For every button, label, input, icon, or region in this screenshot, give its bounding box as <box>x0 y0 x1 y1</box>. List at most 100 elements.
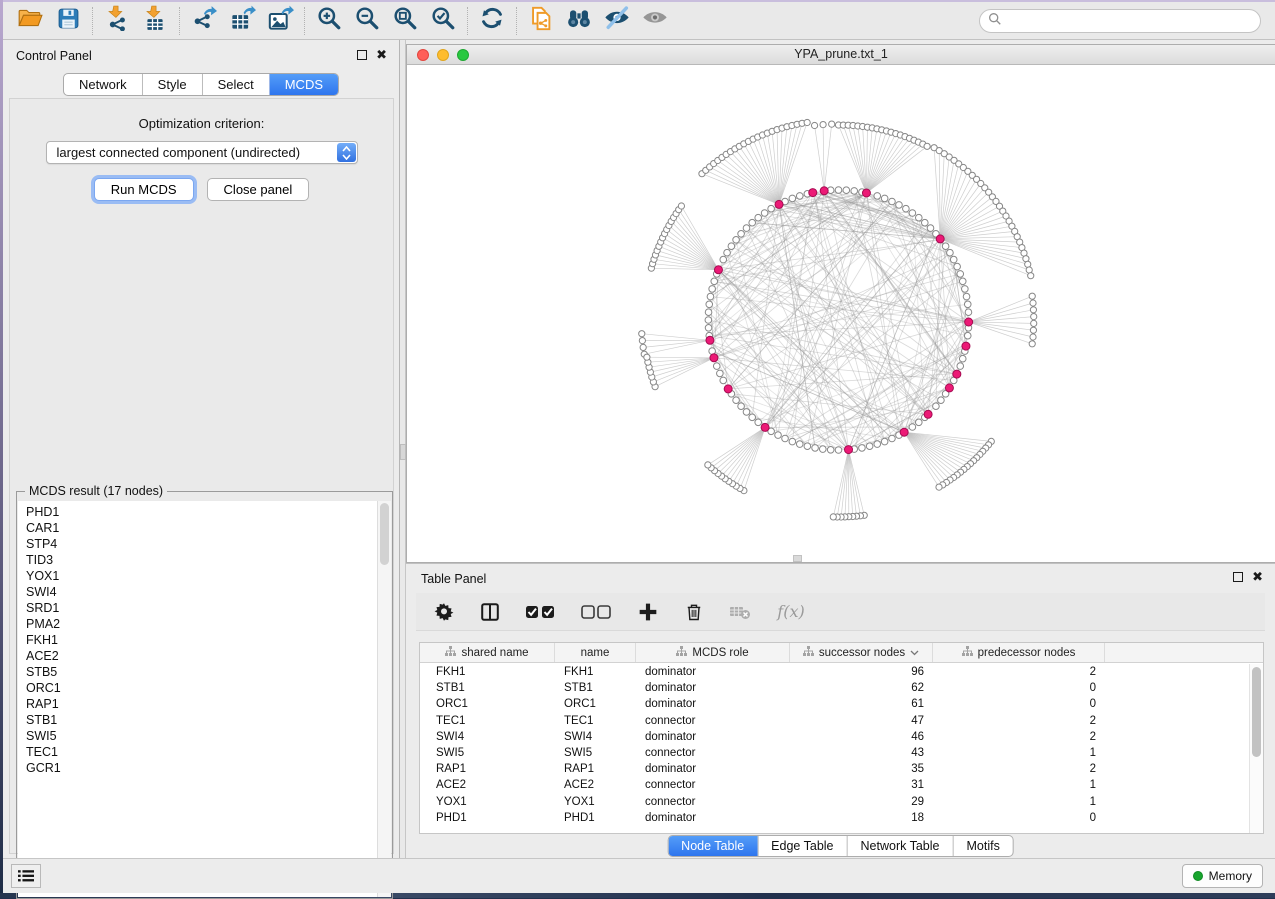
mcds-result-item[interactable]: SRD1 <box>26 600 391 616</box>
scrollbar-thumb[interactable] <box>380 503 389 565</box>
table-cell[interactable]: SWI5 <box>420 747 555 759</box>
float-panel-icon[interactable] <box>1233 572 1243 582</box>
tab-mcds[interactable]: MCDS <box>269 74 338 95</box>
table-cell[interactable]: ORC1 <box>555 698 636 710</box>
table-row[interactable]: ORC1ORC1dominator610 <box>420 696 1263 712</box>
export-image-button[interactable] <box>261 5 299 37</box>
mcds-result-item[interactable]: YOX1 <box>26 568 391 584</box>
table-row[interactable]: RAP1RAP1dominator352 <box>420 761 1263 777</box>
mcds-result-item[interactable]: STP4 <box>26 536 391 552</box>
table-row[interactable]: SWI5SWI5connector431 <box>420 745 1263 761</box>
column-header-shared-name[interactable]: shared name <box>420 643 555 662</box>
refresh-view-button[interactable] <box>473 5 511 37</box>
table-cell[interactable]: 0 <box>933 682 1105 694</box>
table-row[interactable]: YOX1YOX1connector291 <box>420 794 1263 810</box>
zoom-in-button[interactable] <box>310 5 348 37</box>
mcds-result-item[interactable]: PHD1 <box>26 504 391 520</box>
table-cell[interactable]: 35 <box>790 763 933 775</box>
table-cell[interactable]: dominator <box>636 666 790 678</box>
table-cell[interactable]: 0 <box>933 812 1105 824</box>
tab-select[interactable]: Select <box>202 74 269 95</box>
table-cell[interactable]: ACE2 <box>555 779 636 791</box>
table-cell[interactable]: dominator <box>636 698 790 710</box>
table-cell[interactable]: 0 <box>933 698 1105 710</box>
table-cell[interactable]: 1 <box>933 796 1105 808</box>
function-builder-button[interactable]: f(x) <box>774 600 808 624</box>
search-network-button[interactable] <box>560 5 598 37</box>
show-all-button[interactable] <box>636 5 674 37</box>
tab-node-table[interactable]: Node Table <box>668 836 757 856</box>
table-cell[interactable]: PHD1 <box>555 812 636 824</box>
table-cell[interactable]: 29 <box>790 796 933 808</box>
table-cell[interactable]: 46 <box>790 731 933 743</box>
open-file-button[interactable] <box>11 5 49 37</box>
table-cell[interactable]: FKH1 <box>555 666 636 678</box>
memory-button[interactable]: Memory <box>1182 864 1263 888</box>
float-panel-icon[interactable] <box>357 50 367 60</box>
scrollbar-thumb[interactable] <box>1252 667 1261 757</box>
mcds-result-item[interactable]: SWI4 <box>26 584 391 600</box>
select-all-rows-button[interactable] <box>524 600 558 624</box>
tab-style[interactable]: Style <box>142 74 202 95</box>
table-cell[interactable]: connector <box>636 715 790 727</box>
column-header-MCDS-role[interactable]: MCDS role <box>636 643 790 662</box>
table-cell[interactable]: dominator <box>636 731 790 743</box>
table-row[interactable]: PHD1PHD1dominator180 <box>420 810 1263 826</box>
table-cell[interactable]: RAP1 <box>420 763 555 775</box>
mcds-result-item[interactable]: SWI5 <box>26 728 391 744</box>
table-cell[interactable]: ACE2 <box>420 779 555 791</box>
table-cell[interactable]: ORC1 <box>420 698 555 710</box>
tab-motifs[interactable]: Motifs <box>952 836 1012 856</box>
mcds-result-item[interactable]: RAP1 <box>26 696 391 712</box>
network-window-titlebar[interactable]: YPA_prune.txt_1 <box>407 45 1275 65</box>
table-cell[interactable]: 61 <box>790 698 933 710</box>
mcds-result-item[interactable]: ORC1 <box>26 680 391 696</box>
table-cell[interactable]: STB1 <box>420 682 555 694</box>
zoom-fit-button[interactable] <box>386 5 424 37</box>
table-cell[interactable]: 96 <box>790 666 933 678</box>
zoom-selected-button[interactable] <box>424 5 462 37</box>
table-cell[interactable]: 47 <box>790 715 933 727</box>
column-header-successor-nodes[interactable]: successor nodes <box>790 643 933 662</box>
table-cell[interactable]: connector <box>636 779 790 791</box>
column-header-predecessor-nodes[interactable]: predecessor nodes <box>933 643 1105 662</box>
table-cell[interactable]: STB1 <box>555 682 636 694</box>
table-cell[interactable]: dominator <box>636 812 790 824</box>
horizontal-splitter-handle[interactable] <box>793 555 802 562</box>
table-settings-button[interactable] <box>432 600 456 624</box>
clone-network-button[interactable] <box>522 5 560 37</box>
maximize-window-icon[interactable] <box>457 49 469 61</box>
network-canvas[interactable] <box>407 65 1275 562</box>
import-network-button[interactable] <box>98 5 136 37</box>
table-cell[interactable]: PHD1 <box>420 812 555 824</box>
table-cell[interactable]: YOX1 <box>420 796 555 808</box>
export-network-button[interactable] <box>185 5 223 37</box>
table-cell[interactable]: FKH1 <box>420 666 555 678</box>
table-cell[interactable]: 2 <box>933 731 1105 743</box>
column-menu-icon[interactable] <box>910 647 919 659</box>
mcds-result-item[interactable]: FKH1 <box>26 632 391 648</box>
delete-column-button[interactable] <box>682 600 706 624</box>
table-cell[interactable]: 2 <box>933 666 1105 678</box>
table-cell[interactable]: 18 <box>790 812 933 824</box>
table-cell[interactable]: dominator <box>636 763 790 775</box>
table-cell[interactable]: 31 <box>790 779 933 791</box>
table-cell[interactable]: SWI4 <box>555 731 636 743</box>
table-row[interactable]: STB1STB1dominator620 <box>420 680 1263 696</box>
table-row[interactable]: SWI4SWI4dominator462 <box>420 729 1263 745</box>
mcds-list-scrollbar[interactable] <box>377 501 391 897</box>
close-window-icon[interactable] <box>417 49 429 61</box>
table-cell[interactable]: 62 <box>790 682 933 694</box>
table-cell[interactable]: 43 <box>790 747 933 759</box>
table-cell[interactable]: YOX1 <box>555 796 636 808</box>
mcds-result-item[interactable]: ACE2 <box>26 648 391 664</box>
table-cell[interactable]: connector <box>636 796 790 808</box>
tab-network-table[interactable]: Network Table <box>847 836 953 856</box>
minimize-window-icon[interactable] <box>437 49 449 61</box>
mcds-result-item[interactable]: GCR1 <box>26 760 391 776</box>
export-table-button[interactable] <box>223 5 261 37</box>
mcds-result-item[interactable]: TID3 <box>26 552 391 568</box>
close-panel-button[interactable]: Close panel <box>207 178 310 201</box>
close-panel-icon[interactable]: ✖ <box>1252 572 1263 582</box>
mcds-result-item[interactable]: CAR1 <box>26 520 391 536</box>
